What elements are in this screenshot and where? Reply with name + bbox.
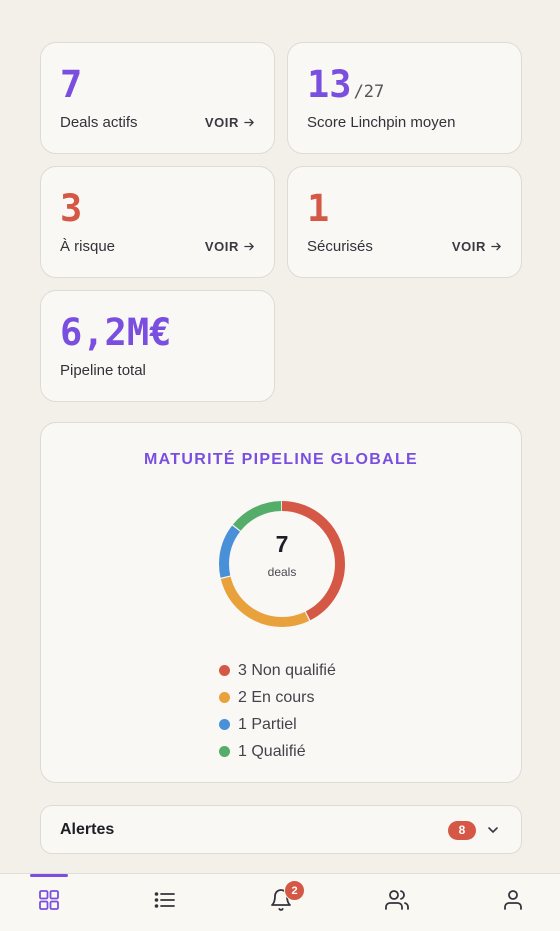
voir-label: VOIR [204,115,239,130]
arrow-right-icon [244,118,254,127]
deals-actifs-label: Deals actifs [60,114,138,131]
pipeline-total-value: 6,2M€ [60,311,172,354]
chevron-down-icon[interactable] [486,823,500,837]
users-icon [385,890,409,910]
legend-dot [219,665,230,676]
deals-actifs-value: 7 [60,63,83,106]
profile-icon [504,890,522,910]
maturity-legend: 3 Non qualifié 2 En cours 1 Partiel 1 Quali… [219,657,336,765]
maturity-title: MATURITÉ PIPELINE GLOBALE [144,451,418,468]
legend-label: 2 En cours [238,688,315,706]
score-linchpin-value: 13/27 [307,63,384,114]
securises-value: 1 [307,187,330,230]
voir-securises-link[interactable]: VOIR [452,239,502,254]
legend-item: 2 En cours [219,684,336,711]
donut-center-label: deals [267,565,297,579]
legend-item: 1 Qualifié [219,738,336,765]
alerts-panel[interactable]: Alertes 8 [40,805,522,854]
nav-dashboard[interactable] [24,874,74,931]
alerts-title: Alertes [60,821,115,838]
alerts-count-badge: 8 [448,821,476,840]
arrow-right-icon [244,242,254,251]
list-icon [154,892,175,908]
legend-item: 1 Partiel [219,711,336,738]
dashboard-page: 7 Deals actifs VOIR 13/27 Score Linchpin… [0,0,560,931]
legend-dot [219,692,230,703]
pipeline-total-label: Pipeline total [60,362,146,379]
voir-deals-actifs-link[interactable]: VOIR [205,115,255,130]
legend-dot [219,746,230,757]
securises-label: Sécurisés [307,238,373,255]
legend-item: 3 Non qualifié [219,657,336,684]
legend-label: 3 Non qualifié [238,661,336,679]
voir-label: VOIR [451,239,486,254]
arrow-right-icon [491,242,501,251]
maturity-donut-chart [219,501,345,627]
nav-list[interactable] [140,874,190,931]
nav-team[interactable] [372,874,422,931]
maturity-card: MATURITÉ PIPELINE GLOBALE 7 deals 3 Non … [40,422,522,783]
legend-label: 1 Partiel [238,715,297,733]
deals-actifs-card[interactable]: 7 Deals actifs VOIR [40,42,275,154]
legend-label: 1 Qualifié [238,742,306,760]
score-linchpin-card: 13/27 Score Linchpin moyen [287,42,522,154]
a-risque-label: À risque [60,238,116,255]
a-risque-value: 3 [60,187,83,230]
voir-a-risque-link[interactable]: VOIR [205,239,255,254]
pipeline-total-card: 6,2M€ Pipeline total [40,290,275,402]
notifications-badge: 2 [284,880,305,901]
voir-label: VOIR [204,239,239,254]
score-linchpin-label: Score Linchpin moyen [307,114,456,131]
nav-profile[interactable] [488,874,538,931]
legend-dot [219,719,230,730]
score-linchpin-max: /27 [353,82,385,102]
securises-card[interactable]: 1 Sécurisés VOIR [287,166,522,278]
a-risque-card[interactable]: 3 À risque VOIR [40,166,275,278]
donut-center-value: 7 [275,531,289,557]
bottom-nav [0,873,560,931]
score-linchpin-number: 13 [307,63,352,106]
dashboard-icon [39,890,59,910]
